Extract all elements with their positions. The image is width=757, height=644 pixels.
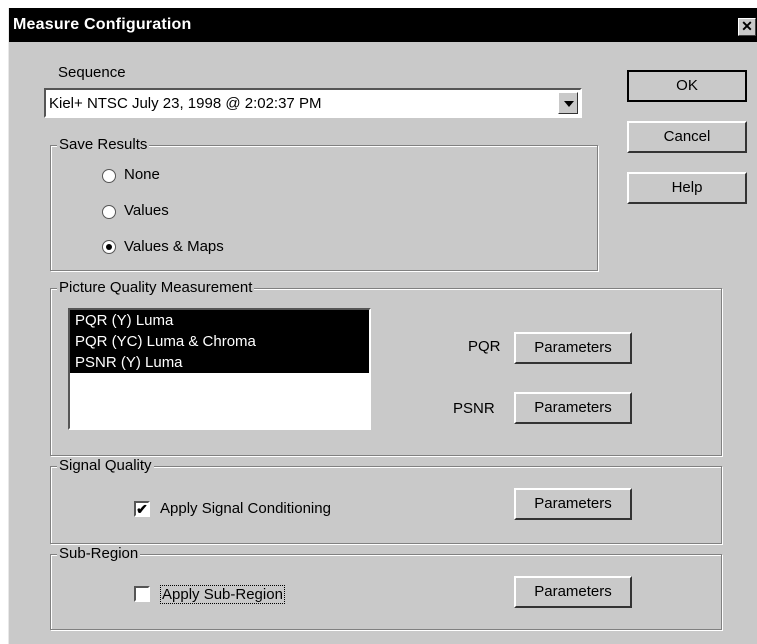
help-button[interactable]: Help: [627, 172, 747, 204]
psnr-parameters-label: Parameters: [534, 399, 612, 416]
apply-signal-conditioning-checkbox[interactable]: ✔: [134, 501, 150, 517]
close-button[interactable]: ✕: [738, 18, 756, 36]
cancel-button-label: Cancel: [663, 128, 711, 145]
radio-values[interactable]: [102, 205, 116, 219]
title-bar: Measure Configuration ✕: [9, 8, 757, 42]
radio-values-and-maps[interactable]: [102, 240, 116, 254]
signal-quality-parameters-label: Parameters: [534, 495, 612, 512]
window-title: Measure Configuration: [13, 16, 192, 33]
pqr-parameters-label: Parameters: [534, 339, 612, 356]
checkmark-icon: ✔: [136, 501, 148, 517]
list-item[interactable]: PQR (Y) Luma: [70, 310, 369, 331]
help-button-label: Help: [671, 179, 703, 196]
signal-quality-legend: Signal Quality: [57, 457, 154, 474]
ok-button-label: OK: [676, 77, 698, 94]
save-results-legend: Save Results: [57, 136, 150, 153]
apply-sub-region-checkbox[interactable]: [134, 586, 150, 602]
sequence-dropdown[interactable]: Kiel+ NTSC July 23, 1998 @ 2:02:37 PM: [44, 88, 582, 118]
radio-none-label: None: [124, 166, 160, 183]
list-item[interactable]: PSNR (Y) Luma: [70, 352, 369, 373]
radio-values-and-maps-label: Values & Maps: [124, 238, 224, 255]
ok-button[interactable]: OK: [627, 70, 747, 102]
close-icon: ✕: [741, 18, 753, 34]
sub-region-parameters-button[interactable]: Parameters: [514, 576, 632, 608]
radio-values-label: Values: [124, 202, 169, 219]
sub-region-legend: Sub-Region: [57, 545, 141, 562]
list-item[interactable]: PQR (YC) Luma & Chroma: [70, 331, 369, 352]
psnr-label: PSNR: [453, 400, 495, 417]
chevron-down-icon[interactable]: [558, 92, 578, 114]
sub-region-parameters-label: Parameters: [534, 583, 612, 600]
picture-quality-legend: Picture Quality Measurement: [57, 279, 255, 296]
measurement-listbox[interactable]: PQR (Y) Luma PQR (YC) Luma & Chroma PSNR…: [68, 308, 371, 430]
cancel-button[interactable]: Cancel: [627, 121, 747, 153]
radio-none[interactable]: [102, 169, 116, 183]
sequence-selected-value: Kiel+ NTSC July 23, 1998 @ 2:02:37 PM: [49, 95, 322, 112]
apply-sub-region-label: Apply Sub-Region: [160, 585, 285, 604]
sequence-label: Sequence: [58, 64, 126, 81]
pqr-label: PQR: [468, 338, 501, 355]
apply-signal-conditioning-label: Apply Signal Conditioning: [160, 500, 331, 517]
psnr-parameters-button[interactable]: Parameters: [514, 392, 632, 424]
pqr-parameters-button[interactable]: Parameters: [514, 332, 632, 364]
signal-quality-parameters-button[interactable]: Parameters: [514, 488, 632, 520]
